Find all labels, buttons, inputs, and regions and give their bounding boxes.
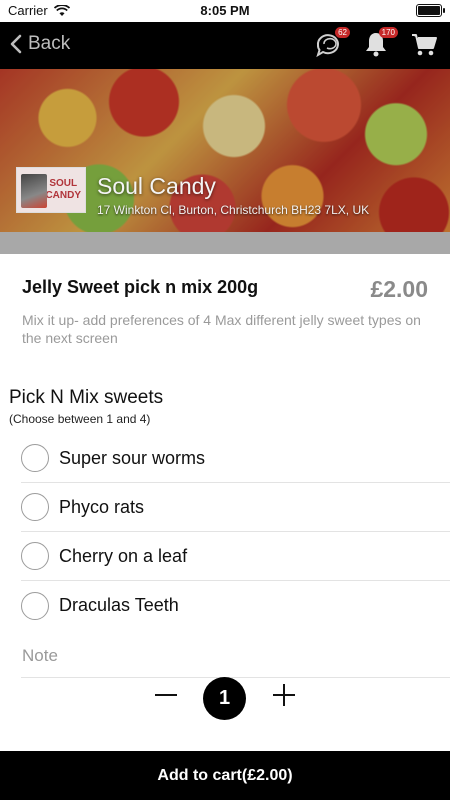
product-info: Jelly Sweet pick n mix 200g £2.00 Mix it…: [0, 254, 450, 364]
nav-actions: 62 170: [314, 27, 438, 58]
divider-strip: [0, 232, 450, 254]
minus-icon: [155, 694, 177, 696]
store-address: 17 Winkton Cl, Burton, Christchurch BH23…: [97, 203, 370, 217]
note-input[interactable]: [21, 634, 450, 678]
option-label: Draculas Teeth: [59, 595, 179, 615]
product-price: £2.00: [370, 276, 428, 302]
logo-image: [21, 174, 47, 208]
quantity-stepper: 1: [0, 675, 450, 721]
decrease-quantity-button[interactable]: [152, 681, 180, 709]
options-hint: (Choose between 1 and 4): [9, 412, 151, 426]
status-bar: Carrier 8:05 PM: [0, 0, 450, 22]
options-title: Pick N Mix sweets: [9, 387, 164, 408]
option-item[interactable]: Phyco rats: [21, 483, 450, 532]
logo-text: SOUL CANDY: [45, 178, 81, 201]
store-name: Soul Candy: [97, 173, 216, 199]
store-banner: SOUL CANDY Soul Candy 17 Winkton Cl, Bur…: [0, 69, 450, 232]
status-time: 8:05 PM: [200, 3, 250, 18]
option-label: Super sour worms: [59, 447, 206, 468]
chat-button[interactable]: 62: [314, 27, 350, 58]
option-list: Super sour worms Phyco rats Cherry on a …: [21, 434, 450, 630]
navbar: Back 62 170: [0, 22, 450, 69]
product-description: Mix it up- add preferences of 4 Max diff…: [22, 312, 421, 346]
option-item[interactable]: Draculas Teeth: [21, 581, 450, 630]
plus-icon: [273, 684, 295, 706]
option-item[interactable]: Cherry on a leaf: [21, 532, 450, 581]
back-button[interactable]: Back: [10, 33, 70, 55]
radio-button[interactable]: [21, 591, 49, 620]
increase-quantity-button[interactable]: [270, 681, 298, 709]
radio-button[interactable]: [21, 493, 49, 521]
chat-badge: 62: [335, 27, 350, 38]
back-label: Back: [28, 33, 71, 54]
product-title: Jelly Sweet pick n mix 200g: [22, 277, 259, 297]
notification-badge: 170: [378, 27, 398, 38]
options-header: Pick N Mix sweets (Choose between 1 and …: [9, 387, 163, 426]
cart-icon: [412, 34, 437, 56]
quantity-value: 1: [203, 677, 246, 720]
radio-button[interactable]: [21, 444, 49, 472]
notifications-button[interactable]: 170: [362, 27, 398, 58]
option-label: Phyco rats: [59, 496, 145, 517]
add-to-cart-label: Add to cart(£2.00): [157, 766, 293, 784]
radio-button[interactable]: [21, 542, 49, 570]
add-to-cart-button[interactable]: Add to cart(£2.00): [0, 751, 450, 800]
option-label: Cherry on a leaf: [59, 545, 188, 566]
chevron-left-icon: [10, 34, 22, 54]
battery-icon: [416, 4, 445, 17]
cart-button[interactable]: [410, 30, 438, 58]
store-logo: SOUL CANDY: [16, 167, 86, 213]
option-item[interactable]: Super sour worms: [21, 434, 450, 483]
